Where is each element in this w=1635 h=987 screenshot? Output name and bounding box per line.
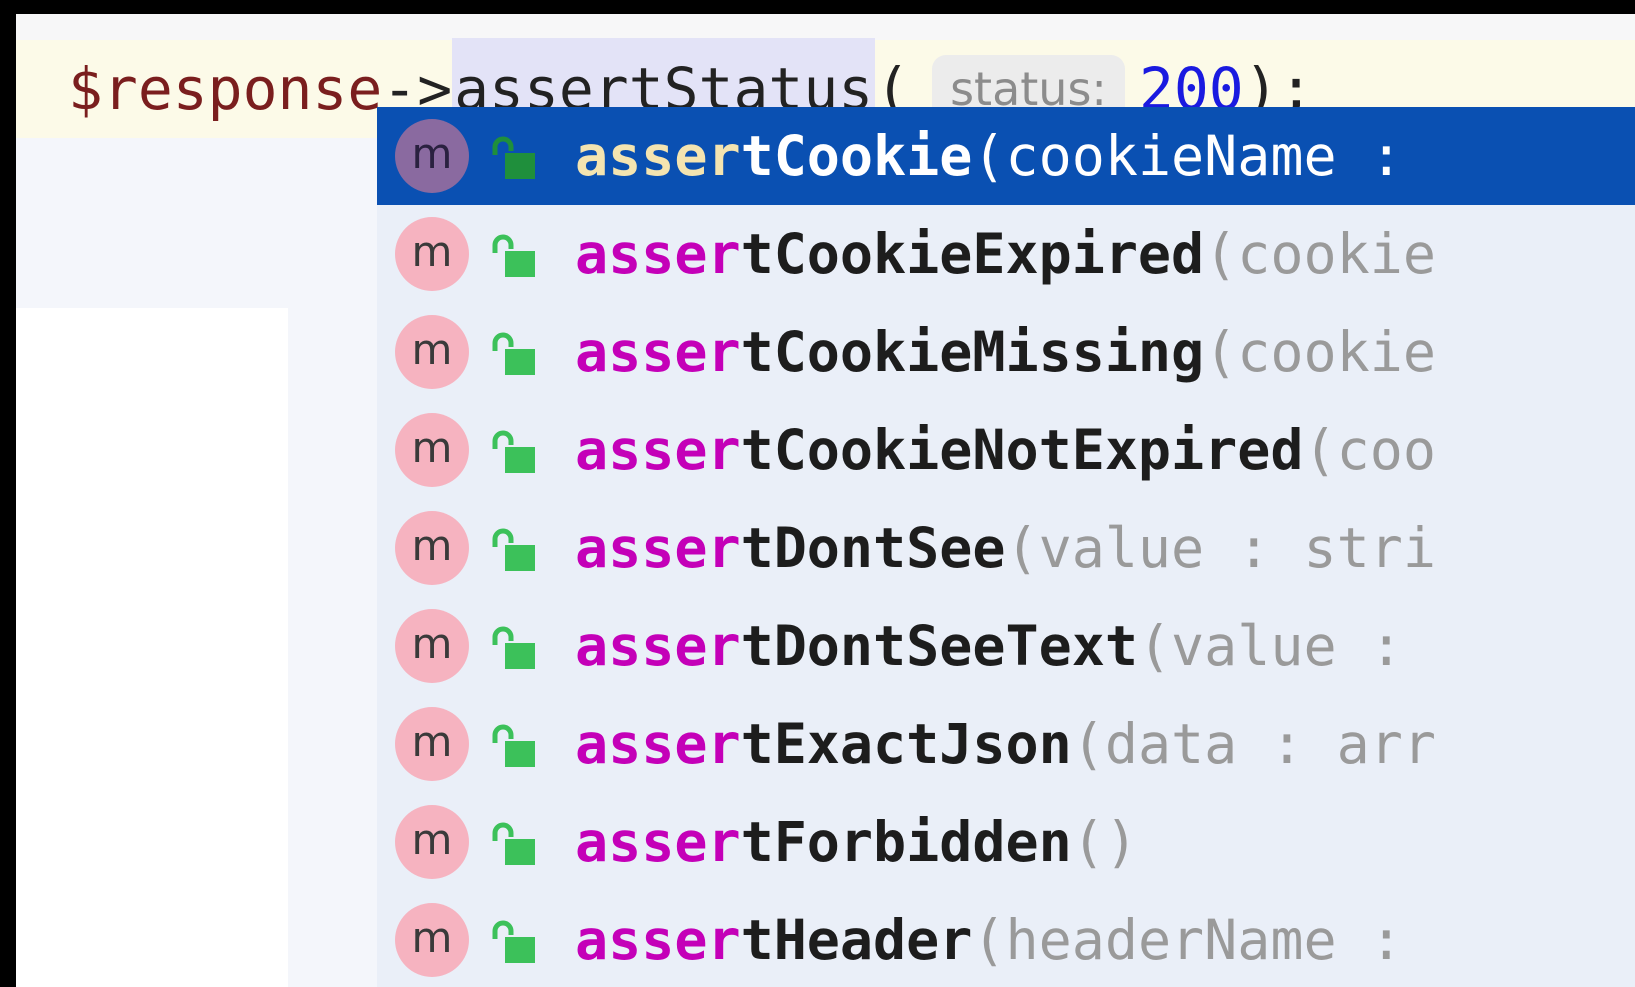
matched-prefix: asser xyxy=(575,908,741,972)
completion-item-label: assertForbidden() xyxy=(575,793,1138,891)
method-name-rest: tCookieMissing xyxy=(740,320,1205,384)
completion-item-label: assertDontSeeText(value : xyxy=(575,597,1403,695)
method-signature: (cookie xyxy=(1204,320,1436,384)
public-unlocked-icon xyxy=(492,626,535,669)
matched-prefix: asser xyxy=(575,124,741,188)
matched-prefix: asser xyxy=(575,712,741,776)
method-icon: m xyxy=(395,805,469,879)
method-signature: (cookie xyxy=(1204,222,1436,286)
screenshot-frame: $response -> assertStatus(status: 200); m as… xyxy=(0,0,1635,987)
completion-item[interactable]: m assertDontSee(value : stri xyxy=(377,499,1635,597)
method-icon: m xyxy=(395,609,469,683)
variable-token: $response xyxy=(68,55,383,123)
completion-item[interactable]: m assertCookieExpired(cookie xyxy=(377,205,1635,303)
method-signature: (value : stri xyxy=(1005,516,1436,580)
public-unlocked-icon xyxy=(492,332,535,375)
public-unlocked-icon xyxy=(492,822,535,865)
completion-item[interactable]: m assertCookieNotExpired(coo xyxy=(377,401,1635,499)
completion-item[interactable]: m assertHeader(headerName : xyxy=(377,891,1635,987)
completion-item[interactable]: m assertForbidden() xyxy=(377,793,1635,891)
editor-blank-area xyxy=(16,308,288,987)
public-unlocked-icon xyxy=(492,528,535,571)
completion-item[interactable]: m assertExactJson(data : arr xyxy=(377,695,1635,793)
public-unlocked-icon xyxy=(492,724,535,767)
method-name-rest: tCookieNotExpired xyxy=(740,418,1304,482)
method-name-rest: tExactJson xyxy=(740,712,1072,776)
matched-prefix: asser xyxy=(575,222,741,286)
matched-prefix: asser xyxy=(575,418,741,482)
method-signature: (headerName : xyxy=(972,908,1403,972)
method-signature: (coo xyxy=(1303,418,1436,482)
completion-item-label: assertHeader(headerName : xyxy=(575,891,1403,987)
matched-prefix: asser xyxy=(575,320,741,384)
matched-prefix: asser xyxy=(575,516,741,580)
method-icon: m xyxy=(395,903,469,977)
public-unlocked-icon xyxy=(492,136,535,179)
completion-item[interactable]: m assertDontSeeText(value : xyxy=(377,597,1635,695)
completion-list: m assertCookie(cookieName : m assertCookieE… xyxy=(377,107,1635,987)
completion-item-label: assertCookieNotExpired(coo xyxy=(575,401,1436,499)
method-icon: m xyxy=(395,217,469,291)
method-icon: m xyxy=(395,119,469,193)
method-name-rest: tCookieExpired xyxy=(740,222,1205,286)
public-unlocked-icon xyxy=(492,234,535,277)
completion-item[interactable]: m assertCookie(cookieName : xyxy=(377,107,1635,205)
method-signature: () xyxy=(1071,810,1138,874)
method-name-rest: tDontSeeText xyxy=(740,614,1138,678)
method-icon: m xyxy=(395,511,469,585)
method-name-rest: tCookie xyxy=(740,124,973,188)
method-name-rest: tDontSee xyxy=(740,516,1006,580)
completion-item-label: assertCookieExpired(cookie xyxy=(575,205,1436,303)
method-name-rest: tForbidden xyxy=(740,810,1072,874)
method-icon: m xyxy=(395,413,469,487)
completion-item-label: assertCookieMissing(cookie xyxy=(575,303,1436,401)
completion-item-label: assertExactJson(data : arr xyxy=(575,695,1436,793)
completion-popup[interactable]: m assertCookie(cookieName : m assertCookieE… xyxy=(377,107,1635,987)
matched-prefix: asser xyxy=(575,614,741,678)
method-name-rest: tHeader xyxy=(740,908,973,972)
method-icon: m xyxy=(395,315,469,389)
completion-item[interactable]: m assertCookieMissing(cookie xyxy=(377,303,1635,401)
editor-top-strip xyxy=(16,14,1635,40)
method-icon: m xyxy=(395,707,469,781)
method-signature: (value : xyxy=(1137,614,1403,678)
method-signature: (cookieName : xyxy=(972,124,1403,188)
public-unlocked-icon xyxy=(492,920,535,963)
completion-item-label: assertDontSee(value : stri xyxy=(575,499,1436,597)
method-signature: (data : arr xyxy=(1071,712,1436,776)
completion-item-label: assertCookie(cookieName : xyxy=(575,107,1403,205)
public-unlocked-icon xyxy=(492,430,535,473)
matched-prefix: asser xyxy=(575,810,741,874)
